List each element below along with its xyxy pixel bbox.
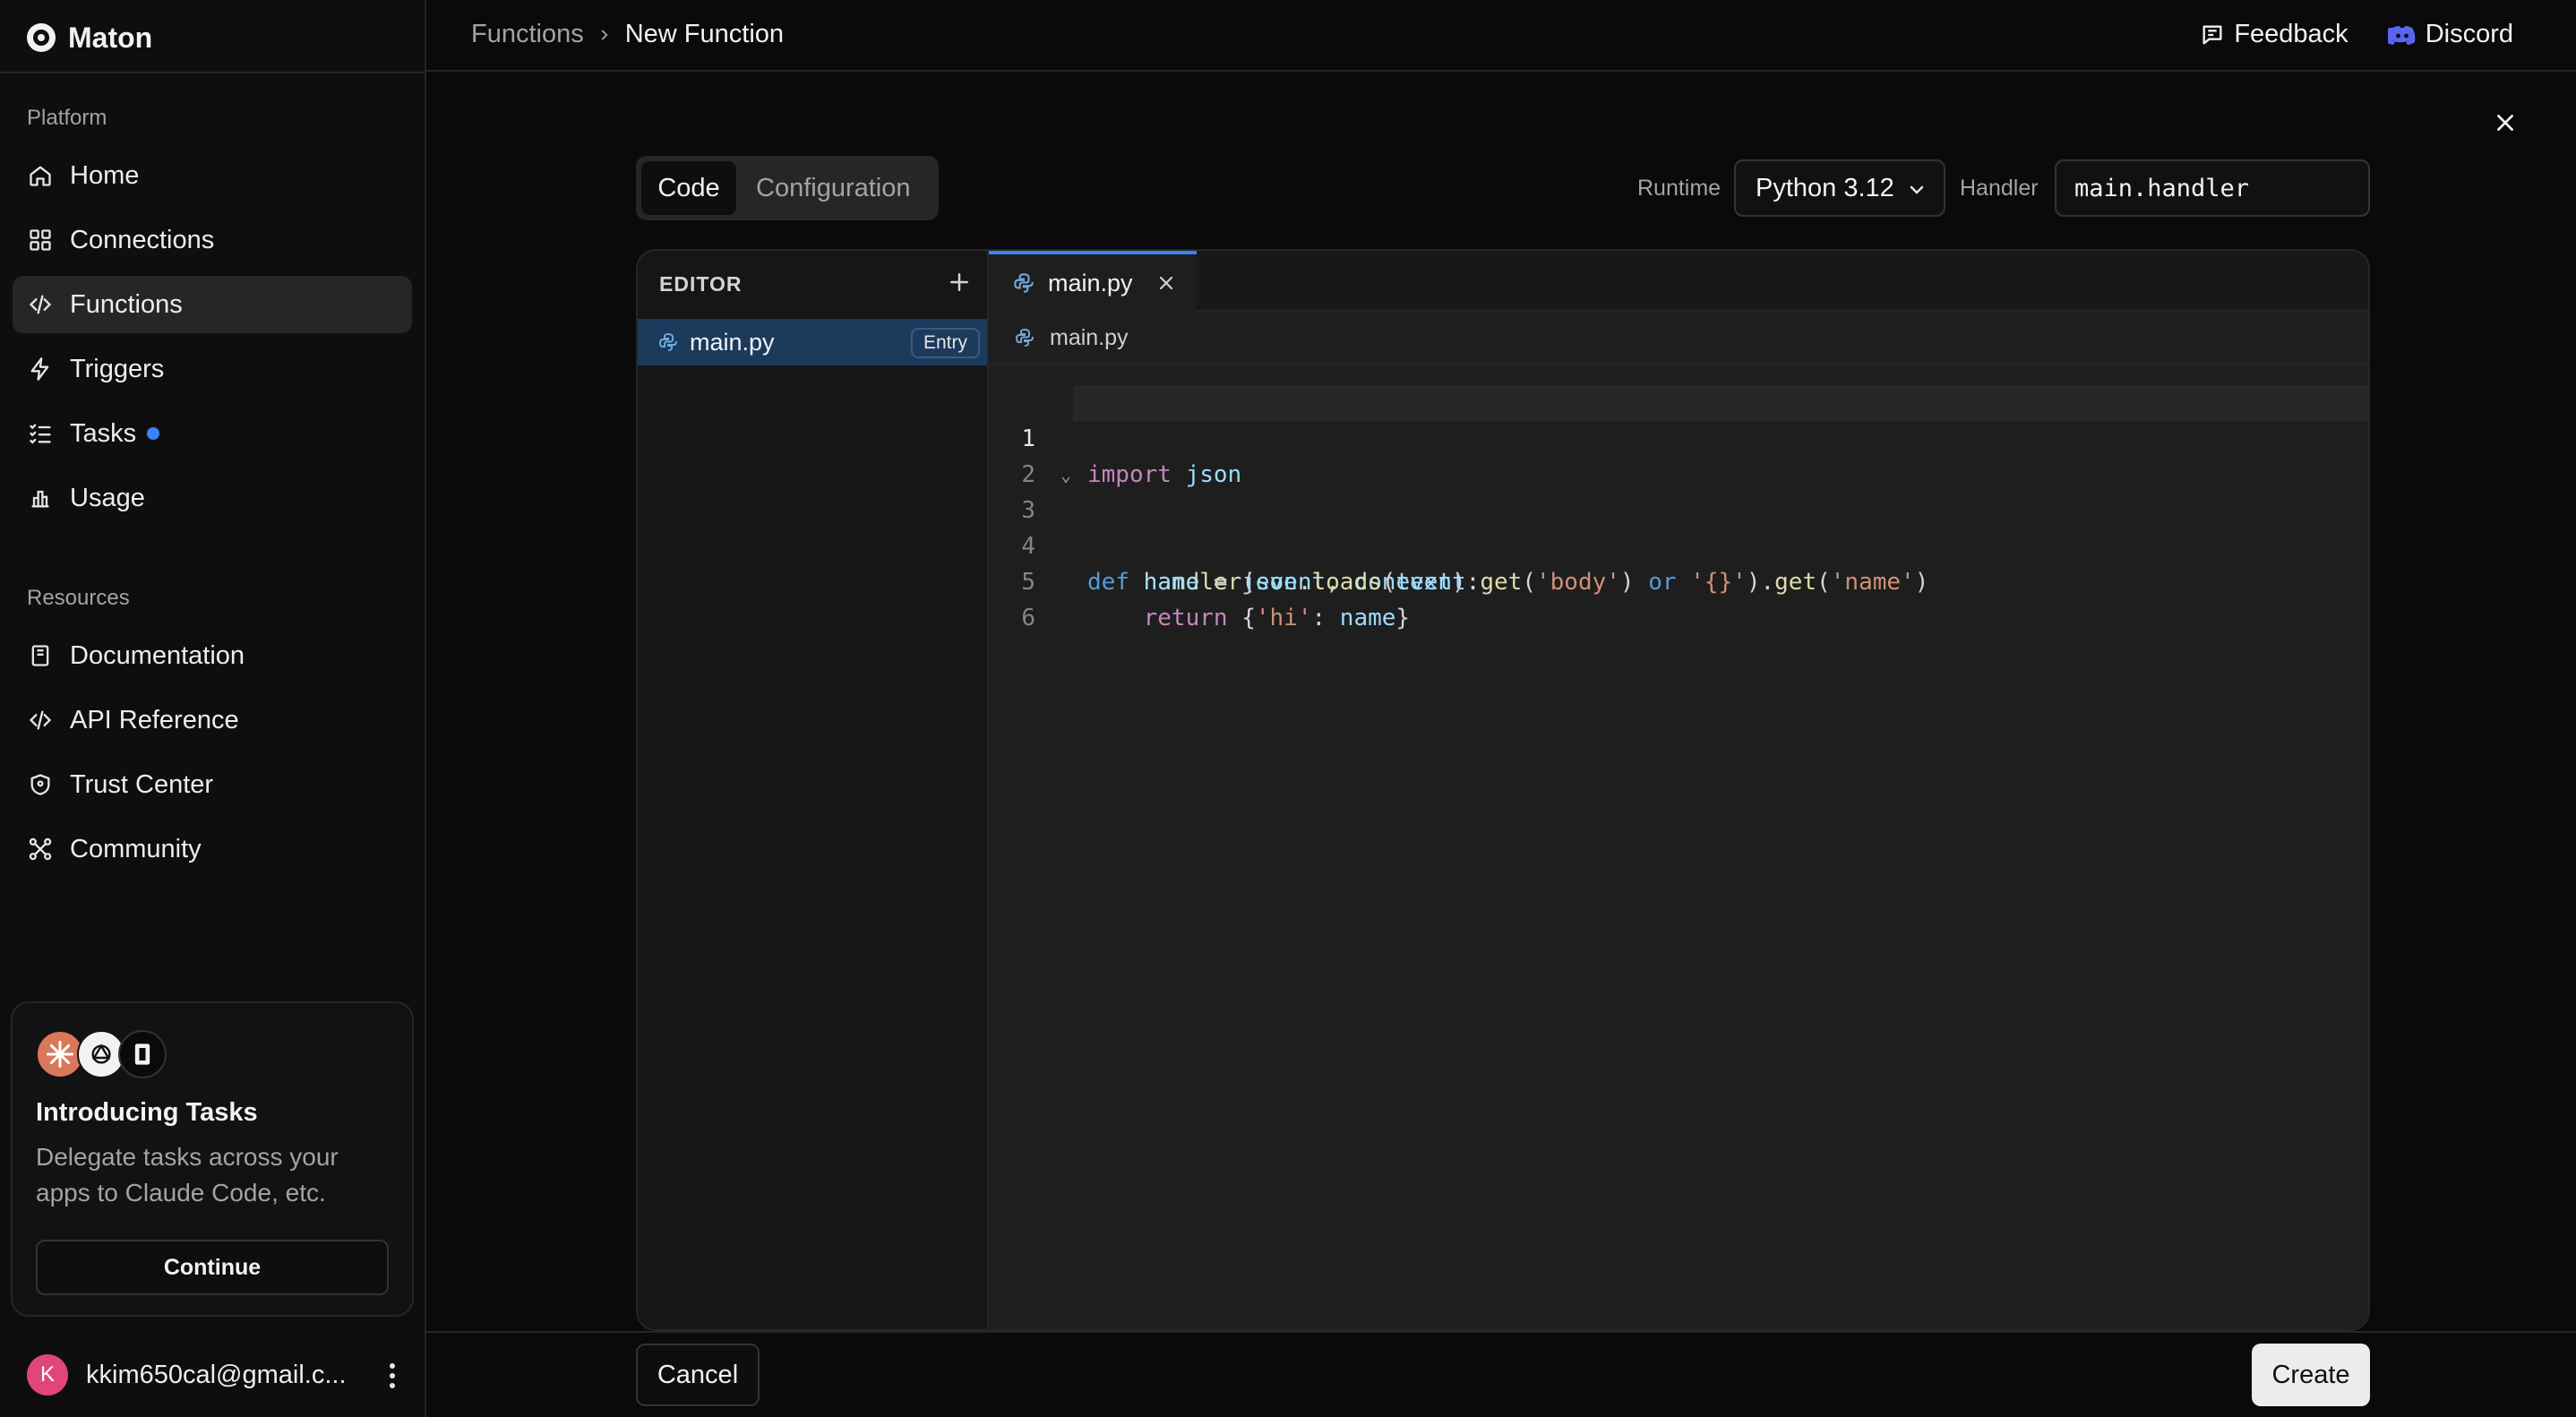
python-file-icon	[1012, 271, 1035, 295]
feedback-link[interactable]: Feedback	[2200, 20, 2348, 49]
sidebar-item-documentation[interactable]: Documentation	[13, 627, 412, 684]
close-tab-icon[interactable]	[1155, 272, 1177, 294]
code-icon	[27, 707, 54, 734]
list-check-icon	[27, 420, 54, 447]
line-number: 6	[1021, 605, 1035, 631]
grid-icon	[27, 227, 54, 253]
code-line[interactable]: 4 name = json.loads(event.get('body') or…	[989, 493, 2368, 596]
promo-logos	[36, 1030, 167, 1078]
avatar: K	[27, 1354, 68, 1396]
add-file-icon[interactable]	[946, 269, 976, 299]
tab-code[interactable]: Code	[641, 161, 736, 215]
sidebar-item-api-reference[interactable]: API Reference	[13, 691, 412, 749]
discord-link[interactable]: Discord	[2387, 20, 2513, 49]
code-editor-panel: EDITOR main.py Entry main.py main.py 1 i…	[636, 249, 2370, 1331]
tasks-notification-dot	[147, 427, 160, 440]
code-config-tabs: Code Configuration	[636, 156, 939, 220]
cancel-button[interactable]: Cancel	[636, 1344, 760, 1406]
message-icon	[2200, 22, 2225, 47]
sidebar-item-functions[interactable]: Functions	[13, 276, 412, 333]
handler-label: Handler	[1960, 176, 2039, 201]
code-line[interactable]: 2	[989, 421, 2368, 488]
sidebar-item-triggers[interactable]: Triggers	[13, 340, 412, 398]
entry-badge: Entry	[910, 328, 980, 358]
create-button[interactable]: Create	[2252, 1344, 2370, 1406]
runtime-select[interactable]: Python 3.12	[1734, 159, 1945, 217]
sidebar-item-label: Community	[70, 834, 202, 863]
community-icon	[27, 836, 54, 863]
more-options-icon[interactable]	[382, 1358, 403, 1394]
sidebar-item-label: API Reference	[70, 705, 239, 734]
sidebar-item-label: Triggers	[70, 354, 165, 383]
file-name: main.py	[690, 328, 775, 356]
account-email: kkim650cal@gmail.c...	[86, 1360, 347, 1389]
editor-breadcrumb: main.py	[989, 312, 2368, 365]
file-item[interactable]: main.py Entry	[638, 319, 987, 365]
sidebar-item-connections[interactable]: Connections	[13, 211, 412, 269]
continue-button[interactable]: Continue	[36, 1240, 389, 1295]
sidebar-item-home[interactable]: Home	[13, 147, 412, 204]
sidebar-item-usage[interactable]: Usage	[13, 469, 412, 527]
home-icon	[27, 162, 54, 189]
file-explorer: EDITOR main.py Entry	[638, 251, 989, 1329]
bar-chart-icon	[27, 485, 54, 511]
code-lines[interactable]: 1 import json 2 3 ⌄ def handler(event, c…	[989, 385, 2368, 631]
resources-section-label: Resources	[27, 586, 130, 610]
sidebar-item-label: Functions	[70, 289, 183, 319]
maton-logo-icon	[27, 23, 56, 52]
explorer-header: EDITOR	[659, 272, 743, 296]
shield-icon	[27, 771, 54, 798]
sidebar-item-label: Tasks	[70, 418, 137, 448]
platform-section-label: Platform	[27, 106, 107, 130]
account-row[interactable]: K kkim650cal@gmail.c...	[27, 1353, 403, 1397]
discord-label: Discord	[2425, 20, 2513, 48]
code-line-text: return {'hi': name}	[1143, 605, 1411, 631]
python-file-icon	[1014, 327, 1035, 348]
chevron-right-icon	[597, 27, 613, 43]
editor-tab-strip: main.py	[989, 251, 2368, 312]
cursor-logo-icon	[118, 1030, 167, 1078]
code-line[interactable]: 6	[989, 564, 2368, 631]
sidebar-item-label: Connections	[70, 225, 215, 254]
promo-description: Delegate tasks across your apps to Claud…	[36, 1143, 339, 1207]
bolt-icon	[27, 356, 54, 382]
code-line[interactable]: 5 return {'hi': name}	[989, 528, 2368, 631]
book-icon	[27, 642, 54, 669]
close-icon[interactable]	[2490, 107, 2520, 138]
top-bar: Functions New Function Feedback Discord	[426, 0, 2576, 72]
fold-chevron-icon[interactable]: ⌄	[1060, 457, 1071, 493]
brand[interactable]: Maton	[27, 20, 152, 56]
runtime-label: Runtime	[1637, 176, 1722, 201]
tab-configuration[interactable]: Configuration	[736, 161, 931, 215]
promo-title: Introducing Tasks	[36, 1098, 258, 1127]
sidebar-item-label: Usage	[70, 483, 145, 512]
sidebar-item-label: Home	[70, 160, 140, 190]
sidebar-item-tasks[interactable]: Tasks	[13, 405, 412, 462]
code-icon	[27, 291, 54, 318]
sidebar-item-label: Documentation	[70, 640, 245, 670]
top-links: Feedback Discord	[2200, 20, 2513, 49]
sidebar-item-label: Trust Center	[70, 769, 214, 799]
runtime-value: Python 3.12	[1756, 173, 1894, 202]
feedback-label: Feedback	[2234, 20, 2348, 48]
editor-breadcrumb-file: main.py	[1050, 324, 1129, 350]
code-area[interactable]: main.py main.py 1 import json 2 3 ⌄ def …	[989, 251, 2368, 1329]
discord-icon	[2387, 23, 2417, 47]
sidebar-item-community[interactable]: Community	[13, 820, 412, 878]
promo-card: Introducing Tasks Delegate tasks across …	[11, 1001, 414, 1317]
code-line[interactable]: 1 import json	[1021, 385, 2368, 488]
chevron-down-icon	[1906, 179, 1928, 201]
sidebar-item-trust-center[interactable]: Trust Center	[13, 756, 412, 813]
breadcrumb: Functions New Function	[471, 20, 784, 49]
code-line[interactable]: 3 ⌄ def handler(event, context):	[989, 457, 2368, 596]
breadcrumb-current: New Function	[624, 20, 785, 48]
app-name: Maton	[68, 21, 153, 54]
handler-input[interactable]	[2055, 159, 2370, 217]
breadcrumb-functions[interactable]: Functions	[471, 20, 584, 49]
sidebar: Maton Platform Home Connections Function…	[0, 0, 426, 1417]
python-file-icon	[657, 331, 679, 353]
editor-tab-main-py[interactable]: main.py	[989, 251, 1197, 312]
editor-tab-label: main.py	[1048, 269, 1133, 296]
